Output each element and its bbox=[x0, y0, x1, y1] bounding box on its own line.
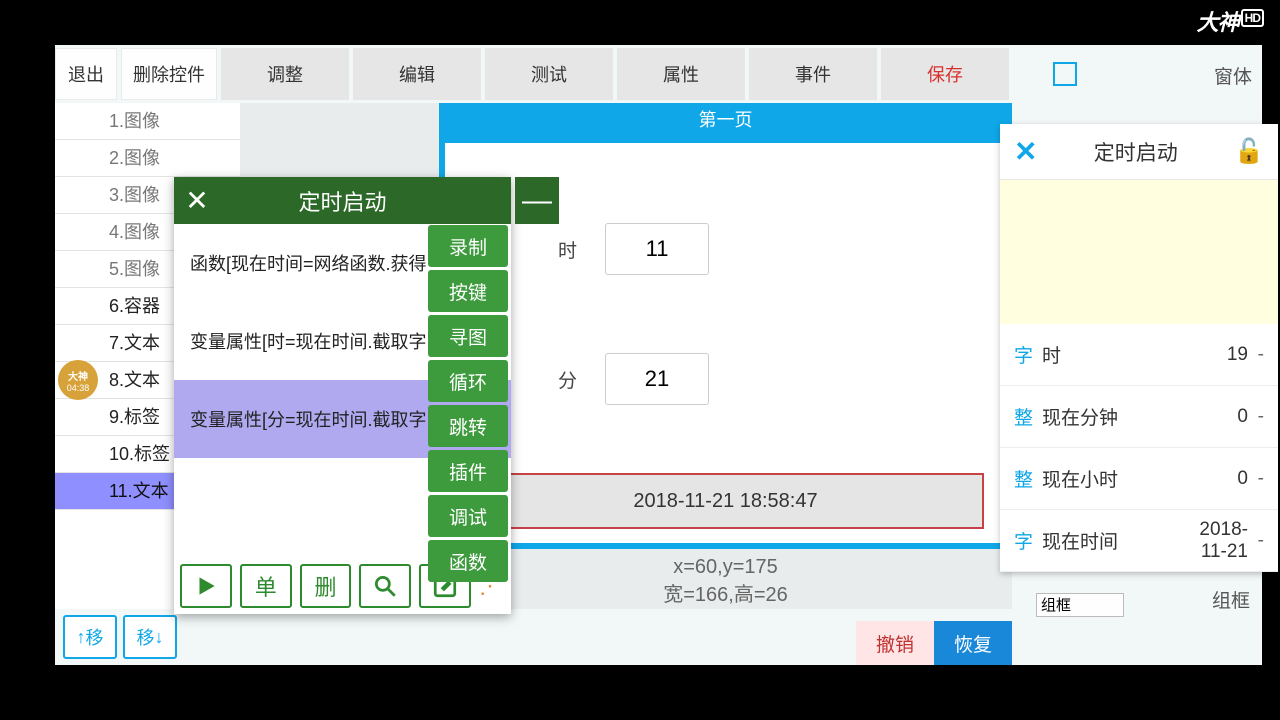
tab-groupbox[interactable]: 组框 bbox=[1212, 586, 1250, 613]
find-image-button[interactable]: 寻图 bbox=[428, 315, 508, 357]
watermark-badge: 大神 04:38 bbox=[58, 360, 98, 400]
properties-popup: ✕ 定时启动 🔓 字时19-整现在分钟0-整现在小时0-字现在时间2018-11… bbox=[1000, 124, 1278, 572]
property-row[interactable]: 字现在时间2018-11-21- bbox=[1000, 510, 1278, 572]
debug-button[interactable]: 调试 bbox=[428, 495, 508, 537]
move-down-button[interactable]: 移↓ bbox=[123, 615, 177, 659]
color-swatch[interactable] bbox=[1053, 62, 1077, 86]
status-line: x=60,y=175 宽=166,高=26 bbox=[439, 553, 1012, 609]
label-minute: 分 bbox=[558, 366, 577, 393]
play-icon[interactable] bbox=[180, 564, 232, 608]
lock-icon[interactable]: 🔓 bbox=[1234, 137, 1264, 166]
record-button[interactable]: 录制 bbox=[428, 225, 508, 267]
input-hour[interactable] bbox=[605, 223, 709, 275]
function-button[interactable]: 函数 bbox=[428, 540, 508, 582]
attributes-button[interactable]: 属性 bbox=[617, 48, 745, 100]
events-button[interactable]: 事件 bbox=[749, 48, 877, 100]
top-toolbar: 退出 删除控件 调整 编辑 测试 属性 事件 保存 窗体 bbox=[55, 45, 1262, 103]
page-title: 第一页 bbox=[439, 103, 1012, 137]
property-row[interactable]: 字时19- bbox=[1000, 324, 1278, 386]
edit-button[interactable]: 编辑 bbox=[353, 48, 481, 100]
logo-text: 大神 bbox=[1197, 10, 1239, 35]
input-minute[interactable] bbox=[605, 353, 709, 405]
popup-title: 定时启动 bbox=[1094, 137, 1178, 167]
close-icon[interactable]: ✕ bbox=[174, 184, 220, 217]
minimize-icon[interactable]: — bbox=[515, 177, 559, 224]
tree-item[interactable]: 2.图像 bbox=[55, 140, 240, 177]
search-icon[interactable] bbox=[359, 564, 411, 608]
undo-button[interactable]: 撤销 bbox=[856, 621, 934, 665]
logo-hd: HD bbox=[1241, 9, 1264, 27]
move-up-button[interactable]: ↑移 bbox=[63, 615, 117, 659]
popup-body bbox=[1000, 180, 1278, 324]
datetime-display[interactable]: 2018-11-21 18:58:47 bbox=[467, 473, 984, 529]
group-combo[interactable]: 组框 bbox=[1036, 593, 1124, 617]
save-button[interactable]: 保存 bbox=[881, 48, 1009, 100]
tree-item[interactable]: 1.图像 bbox=[55, 103, 240, 140]
tab-form[interactable]: 窗体 bbox=[1204, 48, 1262, 100]
delete-line-button[interactable]: 删 bbox=[300, 564, 352, 608]
step-button[interactable]: 单 bbox=[240, 564, 292, 608]
test-button[interactable]: 测试 bbox=[485, 48, 613, 100]
keypress-button[interactable]: 按键 bbox=[428, 270, 508, 312]
jump-button[interactable]: 跳转 bbox=[428, 405, 508, 447]
property-row[interactable]: 整现在分钟0- bbox=[1000, 386, 1278, 448]
plugin-button[interactable]: 插件 bbox=[428, 450, 508, 492]
action-strip: 录制 按键 寻图 循环 跳转 插件 调试 函数 bbox=[428, 225, 508, 582]
label-hour: 时 bbox=[558, 236, 577, 263]
close-icon[interactable]: ✕ bbox=[1014, 135, 1037, 168]
bottom-controls: ↑移 移↓ bbox=[55, 609, 177, 665]
exit-button[interactable]: 退出 bbox=[55, 48, 117, 100]
adjust-button[interactable]: 调整 bbox=[221, 48, 349, 100]
script-title: 定时启动 bbox=[220, 185, 511, 217]
loop-button[interactable]: 循环 bbox=[428, 360, 508, 402]
delete-control-button[interactable]: 删除控件 bbox=[121, 48, 217, 100]
redo-button[interactable]: 恢复 bbox=[934, 621, 1012, 665]
undo-redo-bar: 撤销 恢复 bbox=[856, 621, 1012, 665]
property-row[interactable]: 整现在小时0- bbox=[1000, 448, 1278, 510]
